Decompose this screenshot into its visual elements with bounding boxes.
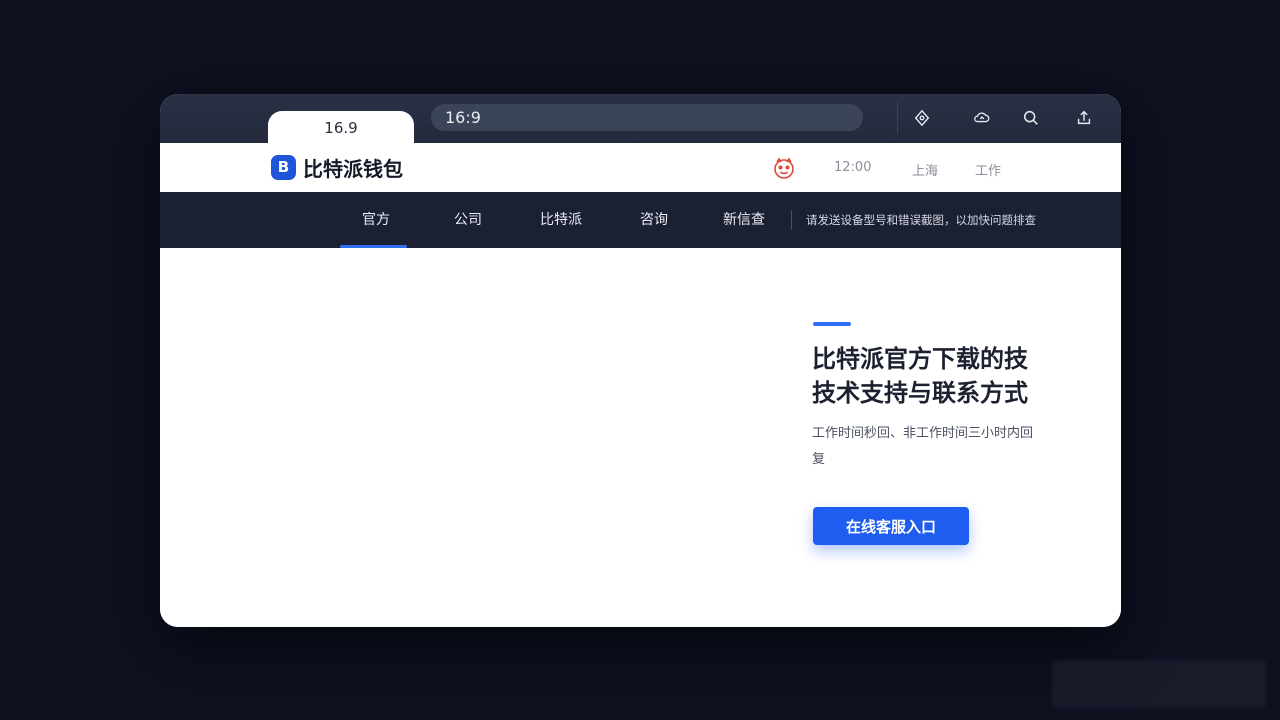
toolbar-divider bbox=[897, 102, 898, 134]
nav-item-official[interactable]: 官方 bbox=[362, 192, 390, 248]
site-header: B 比特派钱包 12:00 上海 工作 bbox=[160, 143, 1121, 192]
nav-item-bitpie[interactable]: 比特派 bbox=[540, 192, 582, 248]
address-bar[interactable]: 16:9 bbox=[431, 104, 863, 131]
hero-headline-line2: 技术支持与联系方式 bbox=[812, 379, 1028, 407]
nav-item-company[interactable]: 公司 bbox=[454, 192, 482, 248]
hero-headline-line1: 比特派官方下载的技 bbox=[812, 345, 1028, 373]
browser-toolbar: 16.9 16:9 bbox=[160, 94, 1121, 144]
cloud-sync-icon[interactable] bbox=[970, 106, 994, 130]
header-time: 12:00 bbox=[834, 160, 872, 175]
hero-headline: 比特派官方下载的技 技术支持与联系方式 bbox=[812, 342, 1072, 410]
share-icon[interactable] bbox=[1072, 106, 1096, 130]
nav-item-lookup[interactable]: 新信查 bbox=[723, 192, 765, 248]
hero-subtext: 工作时间秒回、非工作时间三小时内回复 bbox=[812, 426, 1034, 467]
header-city[interactable]: 上海 bbox=[912, 160, 938, 179]
mascot-icon[interactable] bbox=[771, 155, 797, 181]
header-work[interactable]: 工作 bbox=[975, 160, 1001, 179]
hero-section: 比特派官方下载的技 技术支持与联系方式 工作时间秒回、非工作时间三小时内回复 在… bbox=[160, 248, 1121, 627]
nav-item-consult[interactable]: 咨询 bbox=[640, 192, 668, 248]
main-nav: 官方 公司 比特派 咨询 新信查 请发送设备型号和错误截图，以加快问题排查 bbox=[160, 192, 1121, 248]
blurred-watermark bbox=[1052, 660, 1266, 708]
nav-divider bbox=[791, 210, 792, 230]
browser-window: 16.9 16:9 B 比特派钱包 12:00 上海 工作 官方 公司 比特派 … bbox=[160, 94, 1121, 627]
site-logo-text[interactable]: 比特派钱包 bbox=[303, 153, 403, 182]
online-support-button[interactable]: 在线客服入口 bbox=[813, 507, 969, 545]
location-icon[interactable] bbox=[910, 106, 934, 130]
nav-notice: 请发送设备型号和错误截图，以加快问题排查 bbox=[806, 213, 1036, 227]
browser-tab[interactable]: 16.9 bbox=[268, 111, 414, 144]
search-icon[interactable] bbox=[1019, 106, 1043, 130]
logo-badge[interactable]: B bbox=[271, 155, 296, 180]
accent-bar bbox=[813, 322, 851, 326]
